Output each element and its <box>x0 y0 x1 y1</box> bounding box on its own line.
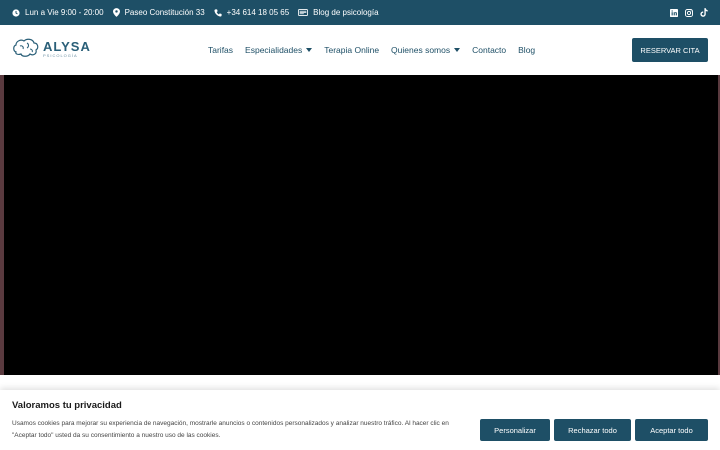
linkedin-icon[interactable] <box>670 8 678 17</box>
logo[interactable]: ALYSA PSICOLOGÍA <box>12 38 91 60</box>
contact-info: Lun a Vie 9:00 - 20:00 Paseo Constitució… <box>12 0 388 25</box>
nav-quienes-somos[interactable]: Quienes somos <box>391 45 461 55</box>
caret-down-icon <box>454 48 461 52</box>
logo-subtitle: PSICOLOGÍA <box>43 52 78 58</box>
hours-text: Lun a Vie 9:00 - 20:00 <box>25 8 104 17</box>
nav-label: Contacto <box>472 45 507 55</box>
nav-label: Tarifas <box>208 45 234 55</box>
address-text: Paseo Constitución 33 <box>124 8 205 17</box>
brain-logo-icon <box>13 38 39 57</box>
caret-down-icon <box>306 48 313 52</box>
nav-label: Especialidades <box>245 45 303 55</box>
main-nav: Tarifas Especialidades Terapia Online Qu… <box>208 25 547 75</box>
phone-info[interactable]: +34 614 18 05 65 <box>214 8 290 17</box>
logo-name: ALYSA <box>43 38 91 54</box>
nav-contacto[interactable]: Contacto <box>472 45 506 55</box>
accept-cookies-button[interactable]: Aceptar todo <box>635 419 708 441</box>
hours-info: Lun a Vie 9:00 - 20:00 <box>12 8 104 17</box>
clock-icon <box>12 8 20 17</box>
phone-icon <box>214 8 222 17</box>
instagram-icon[interactable] <box>685 8 693 17</box>
cookie-text: Usamos cookies para mejorar su experienc… <box>12 420 449 439</box>
social-links <box>663 0 708 25</box>
location-pin-icon <box>112 8 120 17</box>
hero-section <box>0 75 720 375</box>
nav-label: Terapia Online <box>324 45 380 55</box>
nav-terapia-online[interactable]: Terapia Online <box>324 45 379 55</box>
nav-especialidades[interactable]: Especialidades <box>245 45 313 55</box>
customize-cookies-button[interactable]: Personalizar <box>480 419 550 441</box>
reject-cookies-button[interactable]: Rechazar todo <box>554 419 631 441</box>
tiktok-icon[interactable] <box>700 8 708 17</box>
top-info-bar: Lun a Vie 9:00 - 20:00 Paseo Constitució… <box>0 0 720 25</box>
nav-label: Quienes somos <box>391 45 451 55</box>
book-icon <box>298 9 309 16</box>
nav-label: Blog <box>518 45 536 55</box>
reserve-appointment-button[interactable]: RESERVAR CITA <box>632 38 708 62</box>
logo-text: ALYSA PSICOLOGÍA <box>43 40 91 59</box>
site-header: ALYSA PSICOLOGÍA Tarifas Especialidades … <box>0 25 720 75</box>
nav-tarifas[interactable]: Tarifas <box>208 45 233 55</box>
nav-blog[interactable]: Blog <box>518 45 535 55</box>
cookie-title: Valoramos tu privacidad <box>12 400 122 411</box>
address-info[interactable]: Paseo Constitución 33 <box>112 8 205 17</box>
blog-info[interactable]: Blog de psicología <box>298 8 379 17</box>
hero-video[interactable] <box>4 75 718 375</box>
blog-link-text: Blog de psicología <box>313 8 379 17</box>
phone-text: +34 614 18 05 65 <box>226 8 290 17</box>
